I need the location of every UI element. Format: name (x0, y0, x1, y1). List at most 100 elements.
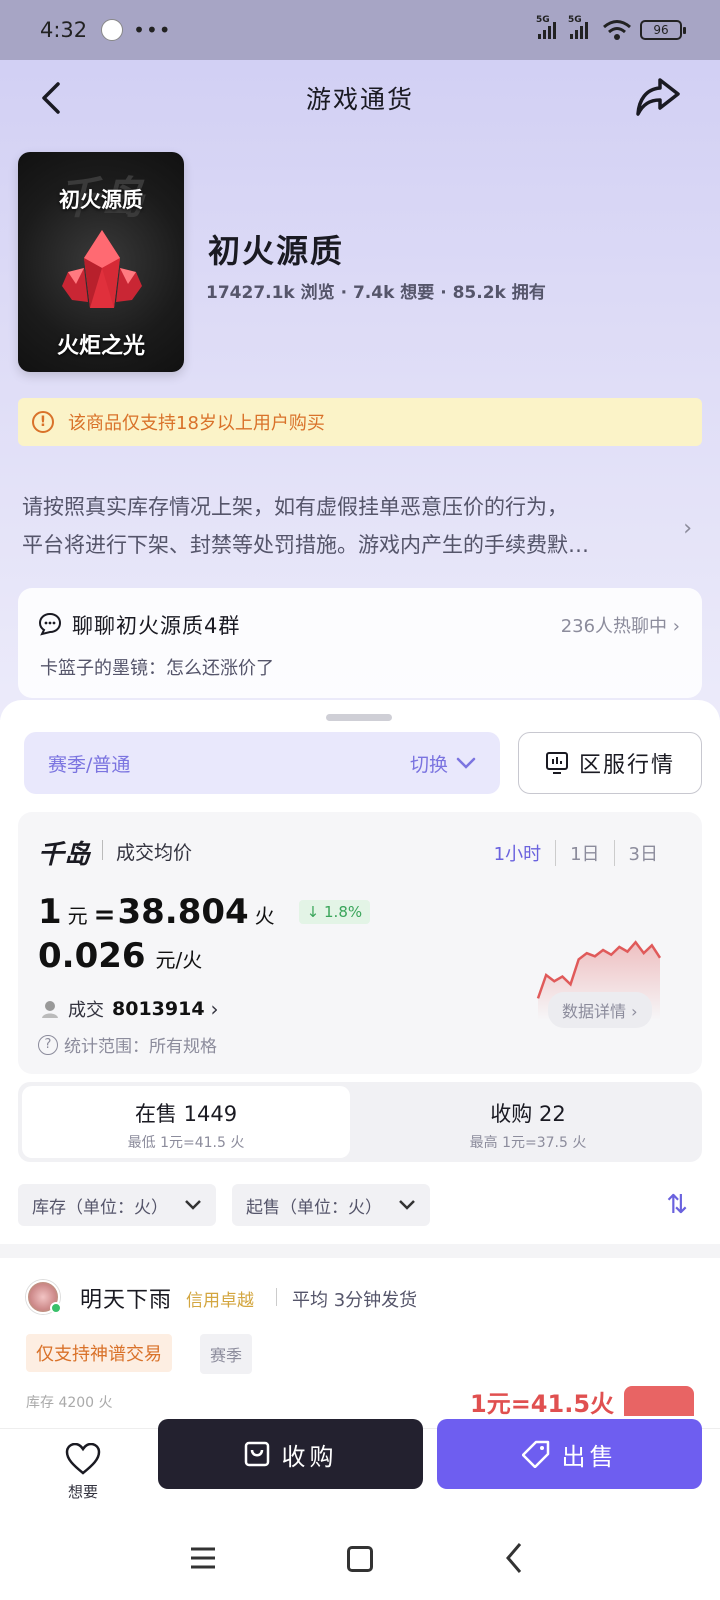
image-bottom-text: 火炬之光 (56, 334, 145, 359)
brand-logo: 千岛 (38, 840, 91, 870)
heart-icon (65, 1442, 101, 1475)
tab-1-hour[interactable]: 1小时 (480, 840, 555, 866)
listing-price-peek: 1元=41.5火 (470, 1390, 615, 1418)
more-notifications-icon: ••• (133, 18, 172, 42)
age-warning-banner: ! 该商品仅支持18岁以上用户购买 (18, 398, 702, 446)
buy-button[interactable]: 收购 (158, 1419, 423, 1489)
deal-label: 成交 (68, 1000, 104, 1021)
back-icon[interactable] (504, 1542, 524, 1574)
group-chat-card[interactable]: 聊聊初火源质4群 236人热聊中 › 卡篮子的墨镜：怎么还涨价了 (18, 588, 702, 698)
section-divider (0, 1244, 720, 1258)
season-selector[interactable]: 赛季/普通 切换 (24, 732, 500, 794)
buy-label: 收购 (281, 1442, 338, 1471)
chevron-down-icon (456, 757, 476, 769)
signal-icon-2: 5G (568, 15, 588, 39)
tab-buying[interactable]: 收购 22 最高 1元=37.5 火 (364, 1086, 692, 1158)
status-time: 4:32 (40, 18, 88, 42)
image-top-text: 初火源质 (59, 188, 143, 212)
age-warning-text: 该商品仅支持18岁以上用户购买 (68, 413, 325, 434)
battery-level: 96 (653, 23, 669, 37)
switch-label: 切换 (409, 753, 448, 776)
page-title: 游戏通货 (305, 85, 414, 114)
price-change-badge: ↓ 1.8% (298, 900, 371, 924)
chevron-right-icon[interactable]: › (683, 516, 692, 541)
min-sale-filter[interactable]: 起售（单位：火） (232, 1184, 430, 1226)
chat-active-count: 236人热聊中 › (561, 612, 680, 638)
warning-icon: ! (32, 411, 54, 433)
product-stats: 17427.1k 浏览 · 7.4k 想要 · 85.2k 拥有 (206, 283, 546, 303)
tab-3-days[interactable]: 3日 (613, 840, 672, 866)
trade-tabs: 在售 1449 最低 1元=41.5 火 收购 22 最高 1元=37.5 火 (18, 1082, 702, 1162)
exchange-rate-line: 1 元 = 38.804 火 ↓ 1.8% (38, 892, 371, 932)
listing-filters: 库存（单位：火） 起售（单位：火） (18, 1184, 430, 1226)
crystal-icon (62, 230, 142, 308)
rate-fire-unit: 火 (254, 904, 275, 928)
divider (102, 840, 103, 860)
lowest-price: 最低 1元=41.5 火 (127, 1135, 245, 1151)
average-price-label: 成交均价 (116, 842, 193, 864)
platform-notice[interactable]: 请按照真实库存情况上架，如有虚假挂单恶意压价的行为， 平台将进行下架、封禁等处罚… (22, 488, 672, 564)
chat-bubble-icon (38, 612, 62, 636)
chevron-right-icon: › (210, 997, 219, 1021)
buying-count: 收购 22 (490, 1102, 566, 1126)
sort-icon[interactable]: ⇅ (666, 1190, 688, 1220)
status-indicators: 5G 5G 96 (536, 15, 686, 41)
deal-count: 8013914 (112, 998, 205, 1020)
sheet-drag-handle[interactable] (326, 714, 392, 721)
server-market-button[interactable]: 区服行情 (518, 732, 702, 794)
network-type-2: 5G (568, 15, 582, 25)
seller-name: 明天下雨 (80, 1288, 173, 1313)
exchange-rate: 38.804 (117, 892, 249, 932)
average-price-card: 千岛 成交均价 1小时 1日 3日 1 元 = 38.804 火 ↓ 1.8% … (18, 812, 702, 1074)
question-icon: ? (38, 1034, 58, 1055)
battery-icon: 96 (640, 20, 686, 40)
credit-badge: 信用卓越 (186, 1291, 254, 1311)
signal-icon: 5G (536, 15, 556, 39)
system-navigation-bar (0, 1514, 720, 1600)
min-sale-filter-label: 起售（单位：火） (246, 1197, 382, 1218)
on-sale-count: 在售 1449 (134, 1102, 238, 1126)
product-image: 千岛 初火源质 火炬之光 (18, 152, 184, 372)
unit-price-label: 元/火 (155, 948, 203, 972)
buy-listing-button[interactable] (624, 1386, 694, 1416)
status-bar: 4:32 ••• 5G 5G 96 (0, 0, 720, 60)
network-type-1: 5G (536, 15, 550, 25)
wifi-icon (603, 20, 631, 40)
price-tag-icon (521, 1440, 549, 1468)
rate-yuan: 元 (67, 904, 88, 928)
notice-line-2: 平台将进行下架、封禁等处罚措施。游戏内产生的手续费默… (22, 533, 589, 557)
chevron-down-icon (185, 1200, 201, 1210)
want-button[interactable]: 想要 (56, 1442, 110, 1502)
sell-button[interactable]: 出售 (437, 1419, 702, 1489)
tab-1-day[interactable]: 1日 (555, 840, 613, 866)
scope-text: 统计范围：所有规格 (64, 1037, 217, 1057)
home-icon[interactable] (347, 1546, 373, 1572)
unit-price-line: 0.026 元/火 (38, 936, 208, 976)
deal-count-line[interactable]: 成交 8013914 › (40, 996, 219, 1022)
chat-count-text: 236人热聊中 (560, 616, 668, 637)
share-icon[interactable] (634, 74, 682, 118)
monitor-chart-icon (545, 752, 568, 774)
want-label: 想要 (67, 1483, 98, 1501)
statistics-scope: ? 统计范围：所有规格 (38, 1032, 217, 1057)
unit-price: 0.026 (38, 936, 146, 976)
tab-on-sale[interactable]: 在售 1449 最低 1元=41.5 火 (22, 1086, 350, 1158)
product-name: 初火源质 (208, 232, 345, 270)
chat-latest-message: 卡篮子的墨镜：怎么还涨价了 (40, 658, 274, 679)
rate-one: 1 (38, 892, 62, 932)
navigation-header: 游戏通货 (0, 60, 720, 136)
notice-line-1: 请按照真实库存情况上架，如有虚假挂单恶意压价的行为， (22, 495, 568, 519)
season-tag: 赛季 (200, 1334, 253, 1374)
bottom-action-bar: 想要 收购 出售 (0, 1419, 720, 1514)
server-market-label: 区服行情 (578, 753, 675, 778)
chevron-down-icon (399, 1200, 415, 1210)
menu-icon[interactable] (190, 1546, 216, 1570)
data-detail-button[interactable]: 数据详情 › (548, 992, 652, 1028)
stock-filter[interactable]: 库存（单位：火） (18, 1184, 216, 1226)
season-label: 赛季/普通 (48, 753, 131, 776)
online-status-icon (50, 1302, 62, 1314)
notification-app-icon (101, 19, 124, 41)
seller-listing[interactable]: 明天下雨 信用卓越 平均 3分钟发货 仅支持神谱交易 赛季 库存 4200 火 … (0, 1258, 720, 1418)
chat-group-title: 聊聊初火源质4群 (72, 614, 241, 638)
rate-equals: = (93, 900, 116, 930)
